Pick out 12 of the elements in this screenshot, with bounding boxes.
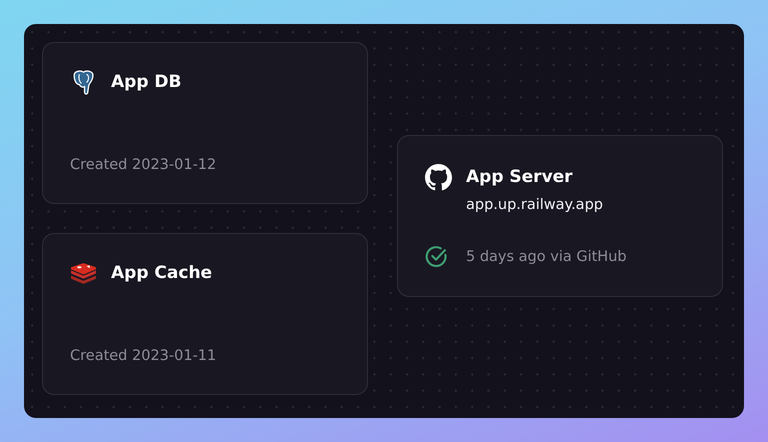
- service-url[interactable]: app.up.railway.app: [466, 197, 603, 213]
- service-card[interactable]: App DB Created 2023-01-12: [42, 42, 368, 204]
- service-name: App Cache: [111, 262, 212, 285]
- service-name: App Server: [466, 166, 574, 189]
- stack-icon: [70, 260, 97, 287]
- created-date: Created 2023-01-12: [70, 157, 218, 173]
- service-card[interactable]: App Cache Created 2023-01-11: [42, 233, 368, 395]
- deploy-status: 5 days ago via GitHub: [466, 248, 627, 264]
- github-icon: [425, 164, 452, 191]
- created-date: Created 2023-01-11: [70, 348, 218, 364]
- service-card[interactable]: App Server app.up.railway.app 5 days ago via GitHub: [397, 135, 723, 297]
- service-name: App DB: [111, 71, 182, 94]
